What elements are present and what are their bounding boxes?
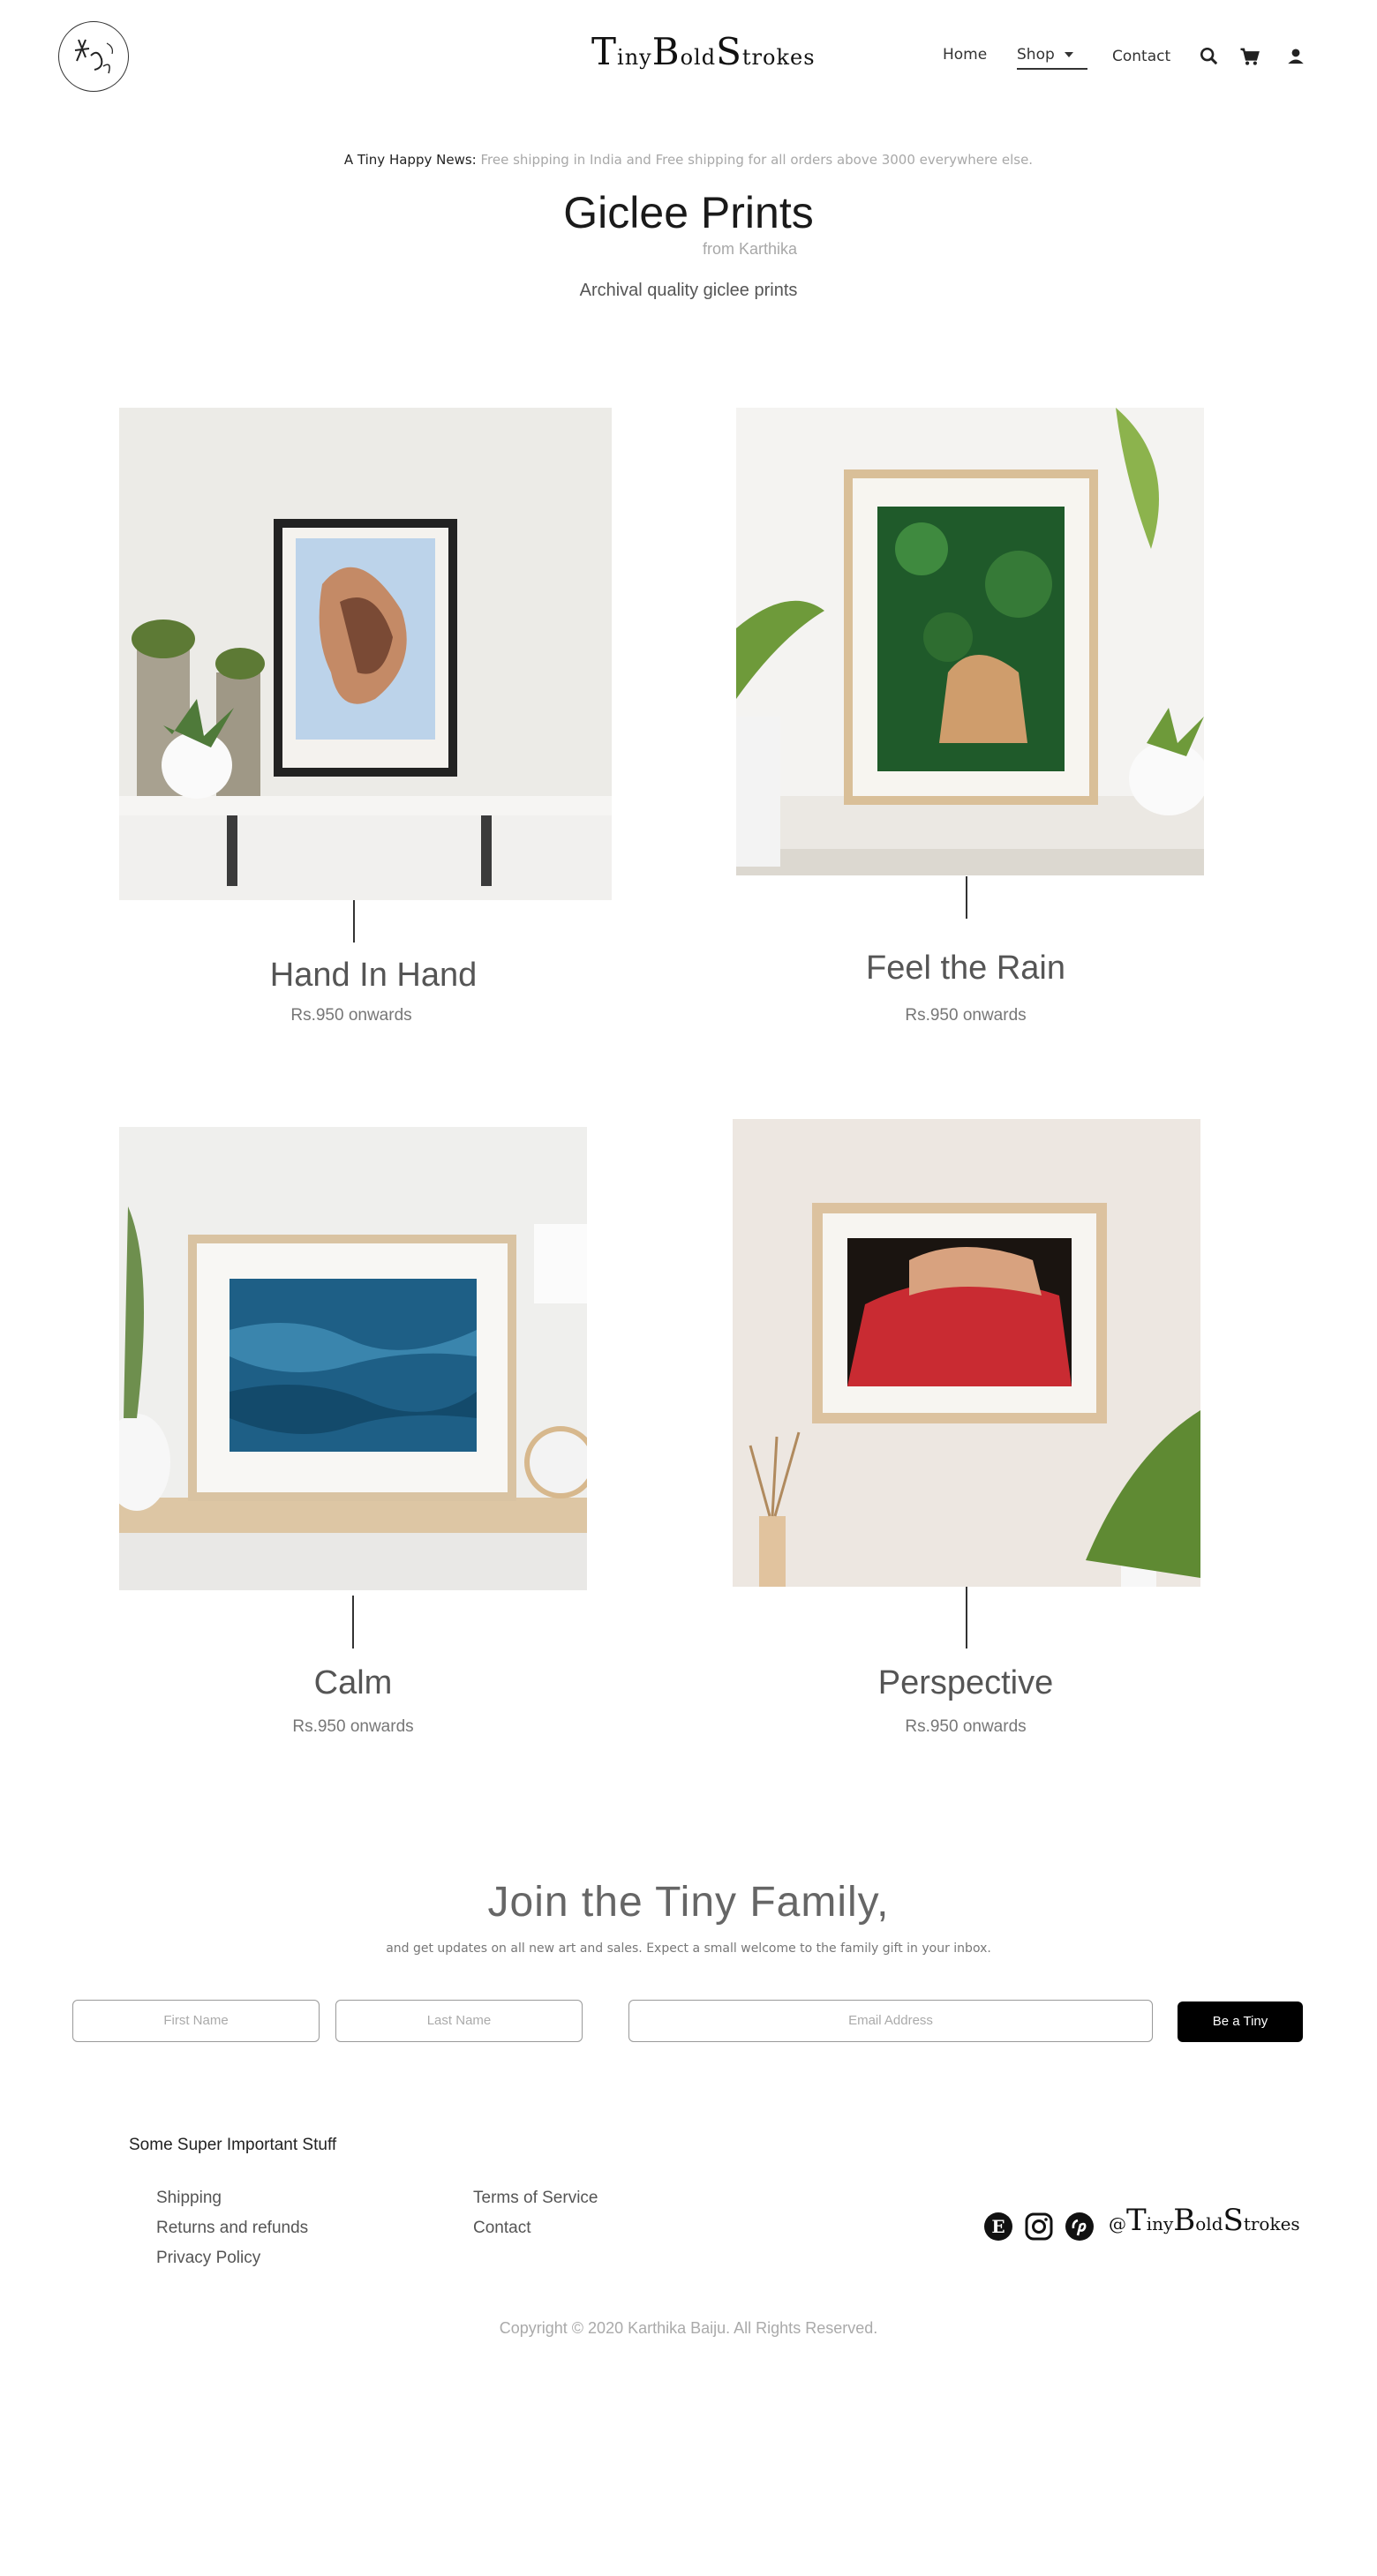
- etsy-icon[interactable]: E: [983, 2212, 1013, 2242]
- cart-icon[interactable]: [1238, 44, 1262, 69]
- handle-at: @: [1109, 2213, 1126, 2234]
- product-price: Rs.950 onwards: [292, 1717, 414, 1736]
- brand-letter: trokes: [741, 45, 816, 70]
- brand-letter: B: [651, 30, 681, 73]
- product-price: Rs.950 onwards: [905, 1717, 1027, 1736]
- handle-letter: trokes: [1243, 2213, 1300, 2234]
- page-title: Giclee Prints: [563, 188, 814, 237]
- newsletter-subtitle: and get updates on all new art and sales…: [386, 1941, 991, 1956]
- product-image[interactable]: [119, 1127, 587, 1590]
- product-image[interactable]: [736, 408, 1204, 875]
- account-icon[interactable]: [1283, 44, 1308, 69]
- instagram-icon[interactable]: [1024, 2212, 1054, 2242]
- product-image[interactable]: [733, 1119, 1200, 1587]
- instagram-handle[interactable]: @TinyBoldStrokes: [1109, 2203, 1300, 2238]
- product-image[interactable]: [119, 408, 612, 900]
- handle-letter: B: [1173, 2203, 1196, 2238]
- logo-monogram-icon: [74, 39, 113, 74]
- brand-letter: old: [680, 45, 717, 70]
- product-name[interactable]: Calm: [177, 1664, 530, 1702]
- product-name[interactable]: Perspective: [789, 1664, 1142, 1702]
- newsletter-title: Join the Tiny Family,: [487, 1879, 890, 1926]
- last-name-field[interactable]: Last Name: [335, 2000, 583, 2042]
- brand-logo[interactable]: TinyBoldStrokes: [591, 30, 815, 79]
- brand-letter: iny: [617, 45, 652, 70]
- announcement-lead: A Tiny Happy News:: [343, 152, 477, 168]
- first-name-field[interactable]: First Name: [72, 2000, 320, 2042]
- footer-heading: Some Super Important Stuff: [129, 2136, 337, 2154]
- brand-letter: S: [716, 30, 742, 73]
- nav-shop[interactable]: Shop: [1017, 46, 1087, 64]
- handle-letter: T: [1126, 2203, 1147, 2238]
- footer-link-returns[interactable]: Returns and refunds: [156, 2219, 308, 2238]
- subscribe-button[interactable]: Be a Tiny: [1178, 2001, 1303, 2042]
- svg-text:E: E: [991, 2216, 1005, 2237]
- announcement-text: Free shipping in India and Free shipping…: [476, 152, 1034, 168]
- collection-description: Archival quality giclee prints: [579, 281, 798, 300]
- nav-active-underline: [1017, 68, 1087, 70]
- nav-shop-label: Shop: [1017, 46, 1055, 64]
- product-stem: [966, 1587, 967, 1648]
- footer-link-contact[interactable]: Contact: [473, 2219, 530, 2238]
- footer-link-terms[interactable]: Terms of Service: [473, 2189, 598, 2208]
- nav-home[interactable]: Home: [943, 46, 987, 64]
- product-price: Rs.950 onwards: [290, 1006, 412, 1025]
- handle-letter: old: [1195, 2213, 1223, 2234]
- copyright: Copyright © 2020 Karthika Baiju. All Rig…: [499, 2319, 878, 2337]
- caret-down-icon: [1065, 52, 1074, 57]
- product-stem: [353, 900, 355, 943]
- product-stem: [966, 876, 967, 919]
- handle-letter: iny: [1146, 2213, 1174, 2234]
- product-stem: [352, 1596, 354, 1648]
- nav-contact[interactable]: Contact: [1112, 48, 1170, 65]
- email-placeholder: Email Address: [848, 2013, 933, 2028]
- product-price: Rs.950 onwards: [905, 1006, 1027, 1025]
- announcement-bar: A Tiny Happy News: Free shipping in Indi…: [0, 152, 1377, 168]
- logo-badge[interactable]: [58, 21, 129, 92]
- footer-link-privacy[interactable]: Privacy Policy: [156, 2249, 260, 2268]
- brand-letter: T: [591, 30, 618, 73]
- page-subtitle: from Karthika: [703, 240, 798, 258]
- footer-link-shipping[interactable]: Shipping: [156, 2189, 222, 2208]
- product-name[interactable]: Hand In Hand: [197, 957, 550, 995]
- product-name[interactable]: Feel the Rain: [789, 950, 1142, 988]
- pinterest-icon[interactable]: [1065, 2212, 1095, 2242]
- search-icon[interactable]: [1197, 44, 1222, 69]
- email-field[interactable]: Email Address: [628, 2000, 1153, 2042]
- handle-letter: S: [1223, 2203, 1244, 2238]
- first-name-placeholder: First Name: [163, 2013, 229, 2028]
- last-name-placeholder: Last Name: [426, 2013, 492, 2028]
